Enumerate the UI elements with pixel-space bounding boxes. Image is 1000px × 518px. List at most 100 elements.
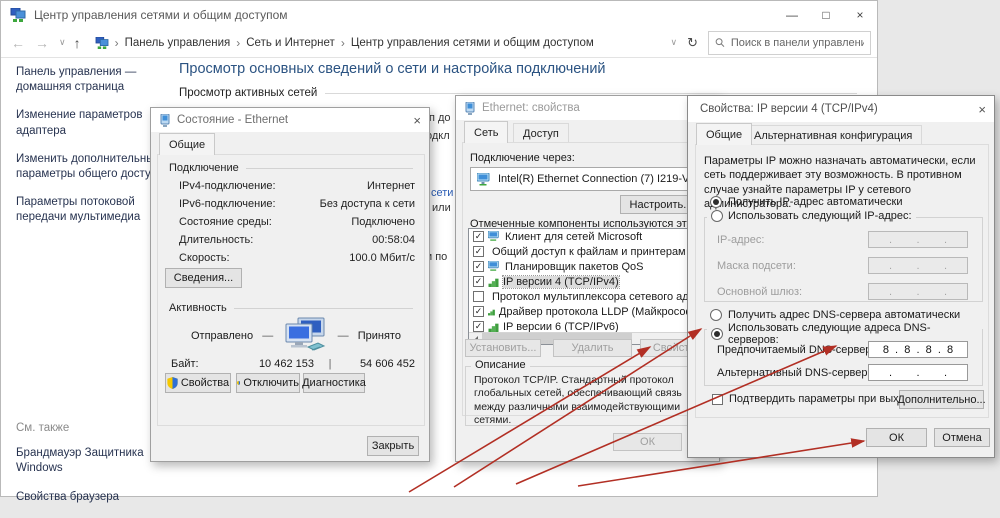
sidebar-item-windows-firewall[interactable]: Брандмауэр Защитника Windows bbox=[16, 446, 171, 476]
uac-shield-icon bbox=[237, 377, 240, 389]
component-row[interactable]: IP версии 4 (TCP/IPv4) bbox=[469, 274, 703, 289]
radio-label: Получить адрес DNS-сервера автоматически bbox=[728, 309, 960, 321]
details-button[interactable]: Сведения... bbox=[165, 268, 242, 288]
description-group: Описание Протокол TCP/IP. Стандартный пр… bbox=[465, 366, 713, 426]
ok-button[interactable]: ОК bbox=[866, 428, 927, 447]
cancel-button[interactable]: Отмена bbox=[934, 428, 990, 447]
connection-status-icon bbox=[464, 102, 476, 115]
close-icon[interactable]: × bbox=[413, 108, 421, 132]
forward-icon[interactable]: → bbox=[35, 35, 49, 51]
auto-ip-radio[interactable]: Получить IP-адрес автоматически bbox=[710, 196, 902, 208]
button-label: Отключить bbox=[243, 377, 299, 389]
row-value: Интернет bbox=[367, 180, 415, 192]
alternate-dns-field[interactable]: . . . bbox=[868, 364, 968, 381]
component-checkbox[interactable] bbox=[473, 306, 484, 317]
component-row[interactable]: Планировщик пакетов QoS bbox=[469, 259, 703, 274]
dash: — bbox=[338, 330, 349, 342]
properties-button[interactable]: Свойства bbox=[165, 373, 231, 393]
disable-button[interactable]: Отключить bbox=[236, 373, 300, 393]
auto-dns-radio[interactable]: Получить адрес DNS-сервера автоматически bbox=[710, 309, 960, 321]
diagnose-button[interactable]: Диагностика bbox=[303, 373, 365, 393]
component-label: Планировщик пакетов QoS bbox=[505, 261, 644, 273]
component-row[interactable]: Протокол мультиплексора сетевого адаптер… bbox=[469, 289, 703, 304]
component-row[interactable]: Клиент для сетей Microsoft bbox=[469, 229, 703, 244]
recent-pages-chevron-icon[interactable]: ∨ bbox=[59, 37, 66, 48]
subnet-mask-field[interactable]: . . . bbox=[868, 257, 968, 274]
close-button[interactable]: × bbox=[843, 1, 877, 28]
sidebar-item-internet-options[interactable]: Свойства браузера bbox=[16, 490, 171, 505]
radio-icon bbox=[711, 210, 723, 222]
sidebar-item-media-streaming[interactable]: Параметры потоковой передачи мультимедиа bbox=[16, 195, 171, 225]
component-checkbox[interactable] bbox=[473, 291, 484, 302]
ethernet-status-dialog: Состояние - Ethernet × Общие Подключение… bbox=[150, 107, 430, 462]
occluded-text-fragment: п до bbox=[429, 112, 451, 124]
row-value: 00:58:04 bbox=[372, 234, 415, 246]
component-row[interactable]: Драйвер протокола LLDP (Майкрософт) bbox=[469, 304, 703, 319]
static-ip-radio[interactable]: Использовать следующий IP-адрес: bbox=[707, 210, 916, 222]
row-label: Длительность: bbox=[179, 234, 253, 246]
breadcrumb-network-internet[interactable]: Сеть и Интернет bbox=[246, 37, 335, 49]
component-row[interactable]: Общий доступ к файлам и принтерам для се… bbox=[469, 244, 703, 259]
breadcrumb-network-sharing-center[interactable]: Центр управления сетями и общим доступом bbox=[351, 37, 594, 49]
preferred-dns-field[interactable]: 8 . 8 . 8 . 8 bbox=[868, 341, 968, 358]
row-label: Скорость: bbox=[179, 252, 230, 264]
bytes-row: Байт: 10 462 153 | 54 606 452 bbox=[171, 358, 415, 370]
components-list: Клиент для сетей Microsoft Общий доступ … bbox=[468, 228, 704, 345]
install-button[interactable]: Установить... bbox=[465, 339, 541, 357]
minimize-button[interactable]: — bbox=[775, 1, 809, 28]
gateway-field[interactable]: . . . bbox=[868, 283, 968, 300]
tab-general[interactable]: Общие bbox=[696, 123, 752, 145]
window-titlebar[interactable]: Центр управления сетями и общим доступом… bbox=[1, 1, 877, 28]
tab-network[interactable]: Сеть bbox=[464, 121, 508, 143]
component-checkbox[interactable] bbox=[473, 321, 484, 332]
close-icon[interactable]: × bbox=[978, 96, 986, 122]
back-icon[interactable]: ← bbox=[11, 35, 25, 51]
tab-general[interactable]: Общие bbox=[159, 133, 215, 155]
client-service-icon bbox=[488, 231, 501, 242]
dash: — bbox=[262, 330, 273, 342]
component-checkbox[interactable] bbox=[473, 231, 484, 242]
validate-settings-checkbox[interactable]: Подтвердить параметры при выходе bbox=[712, 393, 917, 405]
dialog-titlebar[interactable]: Ethernet: свойства bbox=[456, 96, 719, 120]
component-checkbox[interactable] bbox=[473, 261, 484, 272]
breadcrumb-control-panel[interactable]: Панель управления bbox=[125, 37, 231, 49]
ethernet-properties-dialog: Ethernet: свойства Сеть Доступ Подключен… bbox=[455, 95, 720, 462]
advanced-button[interactable]: Дополнительно... bbox=[899, 390, 984, 409]
row-value: Подключено bbox=[351, 216, 415, 228]
sidebar-item-change-adapter-settings[interactable]: Изменение параметров адаптера bbox=[16, 108, 171, 138]
row-label: IPv6-подключение: bbox=[179, 198, 276, 210]
refresh-icon[interactable]: ↻ bbox=[687, 35, 698, 51]
sidebar-item-advanced-sharing[interactable]: Изменить дополнительные параметры общего… bbox=[16, 152, 171, 182]
component-label: Общий доступ к файлам и принтерам для се… bbox=[492, 246, 720, 258]
sidebar-item-home[interactable]: Панель управления — домашняя страница bbox=[16, 65, 171, 95]
ip-address-label: IP-адрес: bbox=[717, 234, 764, 246]
breadcrumb-separator: › bbox=[115, 36, 119, 50]
ip-address-field[interactable]: . . . bbox=[868, 231, 968, 248]
dialog-titlebar[interactable]: Свойства: IP версии 4 (TCP/IPv4) × bbox=[688, 96, 994, 122]
tab-alternate-configuration[interactable]: Альтернативная конфигурация bbox=[744, 125, 922, 145]
address-dropdown-chevron-icon[interactable]: ∨ bbox=[671, 37, 678, 48]
status-row: Длительность: 00:58:04 bbox=[179, 234, 415, 246]
search-box[interactable] bbox=[708, 31, 871, 55]
alternate-dns-label: Альтернативный DNS-сервер: bbox=[717, 367, 871, 379]
component-checkbox[interactable] bbox=[473, 246, 484, 257]
up-icon[interactable]: ↑ bbox=[74, 35, 81, 51]
received-label: Принято bbox=[358, 330, 401, 342]
radio-icon bbox=[710, 196, 722, 208]
dialog-titlebar[interactable]: Состояние - Ethernet × bbox=[151, 108, 429, 132]
status-row: Скорость: 100.0 Мбит/с bbox=[179, 252, 415, 264]
ok-button[interactable]: ОК bbox=[613, 433, 682, 451]
radio-icon bbox=[711, 328, 723, 340]
checkbox-icon bbox=[712, 394, 723, 405]
close-dialog-button[interactable]: Закрыть bbox=[367, 436, 419, 456]
section-label: Просмотр активных сетей bbox=[179, 87, 317, 99]
search-input[interactable] bbox=[731, 37, 864, 49]
row-label: Состояние среды: bbox=[179, 216, 272, 228]
dialog-title: Свойства: IP версии 4 (TCP/IPv4) bbox=[700, 103, 878, 115]
activity-group: Активность bbox=[169, 302, 413, 314]
component-checkbox[interactable] bbox=[473, 276, 484, 287]
uninstall-button[interactable]: Удалить bbox=[553, 339, 632, 357]
network-center-icon bbox=[10, 8, 26, 22]
tab-sharing[interactable]: Доступ bbox=[513, 123, 569, 143]
maximize-button[interactable]: □ bbox=[809, 1, 843, 28]
